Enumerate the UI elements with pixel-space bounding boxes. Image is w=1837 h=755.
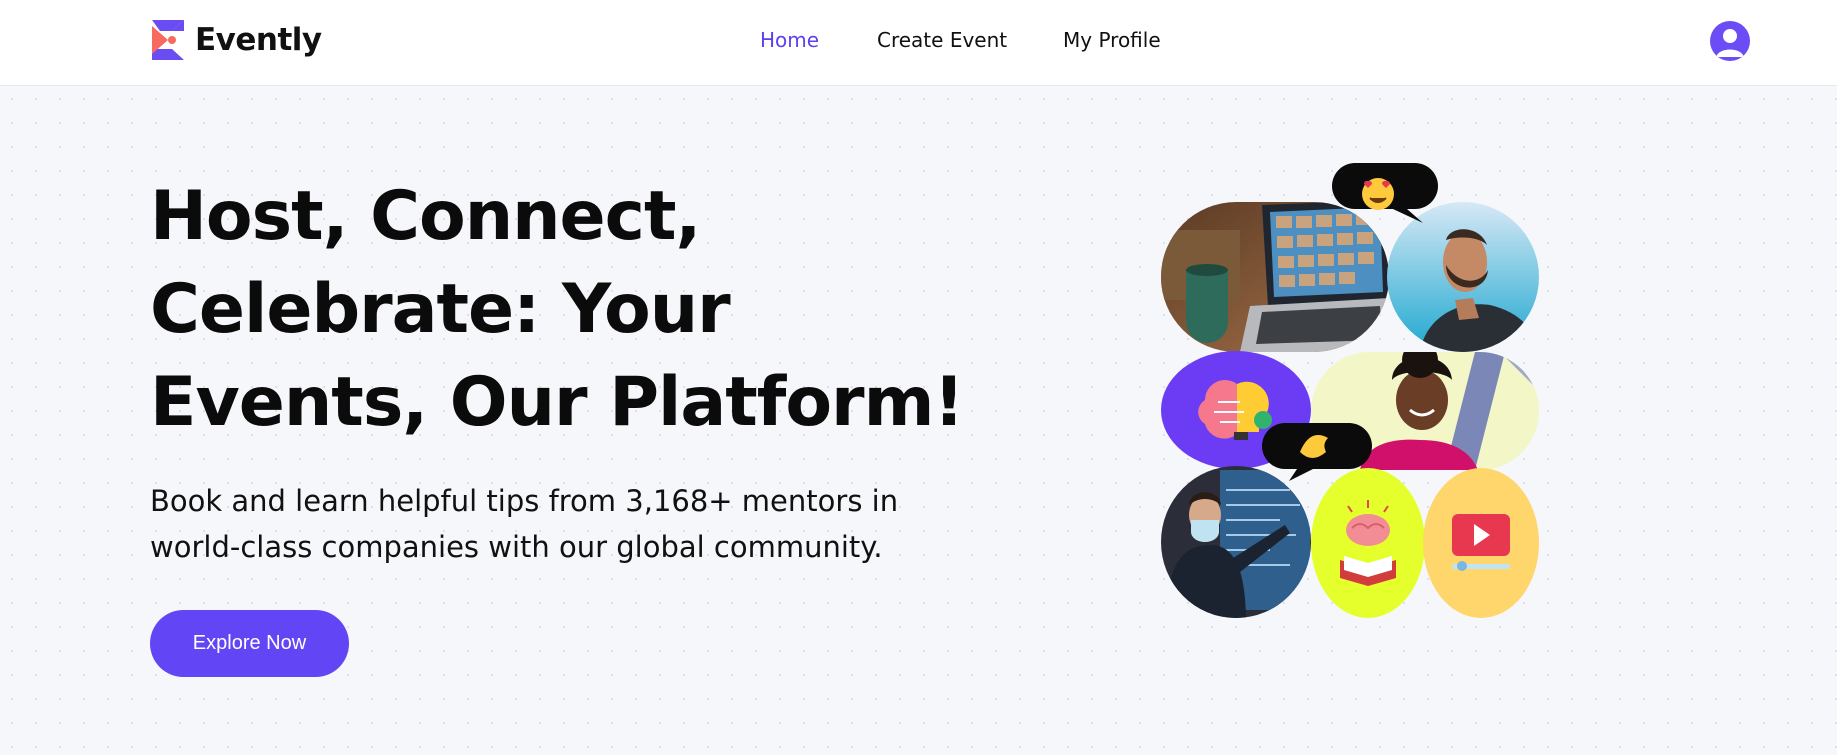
- headline-line: Events, Our Platform!: [150, 363, 964, 442]
- brand-logo[interactable]: Evently: [150, 20, 322, 60]
- headline-line: Celebrate: Your: [150, 270, 731, 349]
- explore-now-button[interactable]: Explore Now: [150, 610, 349, 677]
- nav-my-profile[interactable]: My Profile: [1063, 28, 1161, 52]
- headline-line: Host, Connect,: [150, 177, 701, 256]
- subtext-line: Book and learn helpful tips from 3,168+ …: [150, 484, 899, 518]
- hero-headline: Host, Connect, Celebrate: Your Events, O…: [150, 170, 1010, 449]
- brand-name: Evently: [195, 22, 322, 58]
- user-avatar[interactable]: [1710, 21, 1750, 61]
- user-icon: [1716, 29, 1744, 57]
- evently-logo-icon: [152, 20, 184, 60]
- hero-subtext: Book and learn helpful tips from 3,168+ …: [150, 478, 970, 570]
- subtext-line: world-class companies with our global co…: [150, 530, 883, 564]
- nav-home[interactable]: Home: [760, 28, 819, 52]
- top-nav-bar: Evently Home Create Event My Profile: [0, 0, 1837, 86]
- nav-create-event[interactable]: Create Event: [877, 28, 1007, 52]
